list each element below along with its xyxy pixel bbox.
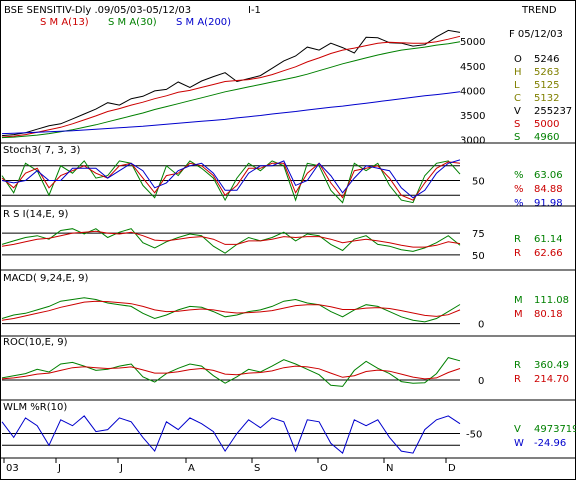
indicator-row-value: 360.49 xyxy=(534,360,569,371)
indicator-row-key: R xyxy=(514,360,521,371)
indicator-row-value: 4973719 xyxy=(534,424,576,435)
panel-0: 3000 3500 4000 4500 5000 xyxy=(1,29,485,147)
x-tick-label: D xyxy=(448,463,456,474)
y-tick-label: 3500 xyxy=(460,111,485,122)
price-row-value: 5000 xyxy=(534,119,559,130)
y-tick-label: 5000 xyxy=(460,37,485,48)
price-row-value: 5132 xyxy=(534,93,559,104)
price-row-value: 5125 xyxy=(534,80,559,91)
indicator-row-value: 111.08 xyxy=(534,295,569,306)
x-tick-label: 03 xyxy=(6,463,19,474)
macd-title: MACD( 9,24,E, 9) xyxy=(3,273,89,284)
indicator-row-key: R xyxy=(514,374,521,385)
indicator-row-key: % xyxy=(514,170,524,181)
legend-sma30: S M A(30) xyxy=(108,17,157,28)
x-tick-label: S xyxy=(254,463,260,474)
series-line xyxy=(1,228,461,254)
trend-label: TREND xyxy=(521,5,557,16)
indicator-row-value: 61.14 xyxy=(534,234,563,245)
series-line xyxy=(1,297,461,323)
series-line xyxy=(1,160,461,204)
price-row-value: 5263 xyxy=(534,67,559,78)
y-tick-label: 0 xyxy=(478,376,484,387)
indicator-row-key: M xyxy=(514,309,523,320)
indicator-row-key: % xyxy=(514,184,524,195)
wlm-title: WLM %R(10) xyxy=(3,402,67,413)
x-tick-label: A xyxy=(188,463,195,474)
price-row-key: H xyxy=(514,67,522,78)
legend-sma200: S M A(200) xyxy=(176,17,231,28)
indicator-row-value: 63.06 xyxy=(534,170,563,181)
indicator-row-key: V xyxy=(514,424,521,435)
panel-1: 50 xyxy=(1,159,485,204)
price-row-key: C xyxy=(514,93,521,104)
indicator-row-value: 84.88 xyxy=(534,184,563,195)
series-line xyxy=(1,91,461,135)
chart-interval: I-1 xyxy=(248,5,261,16)
series-line xyxy=(1,365,461,380)
series-line xyxy=(1,300,461,321)
roc-title: ROC(10,E, 9) xyxy=(3,337,68,348)
price-row-value: 4960 xyxy=(534,132,559,143)
price-row-key: L xyxy=(514,80,520,91)
series-line xyxy=(1,29,461,137)
indicator-row-value: 91.98 xyxy=(534,198,563,209)
price-date: F 05/12/03 xyxy=(509,29,563,40)
indicator-row-key: M xyxy=(514,295,523,306)
panel-3: 0 xyxy=(1,297,484,331)
y-tick-label: 4000 xyxy=(460,86,485,97)
indicator-row-key: W xyxy=(514,438,524,449)
y-tick-label: 3000 xyxy=(460,136,485,147)
x-tick-label: J xyxy=(57,463,61,474)
x-tick-label: O xyxy=(320,463,328,474)
indicator-row-value: 80.18 xyxy=(534,309,563,320)
series-line xyxy=(1,230,461,248)
indicator-row-value: -24.96 xyxy=(534,438,566,449)
series-line xyxy=(1,415,461,454)
price-row-key: V xyxy=(514,106,521,117)
indicator-row-value: 214.70 xyxy=(534,374,569,385)
price-row-key: S xyxy=(514,132,520,143)
x-tick-label: J xyxy=(119,463,123,474)
price-row-value: 255237 xyxy=(534,106,572,117)
y-tick-label: 4500 xyxy=(460,62,485,73)
price-row-value: 5246 xyxy=(534,54,559,65)
panel-4: 0 xyxy=(1,357,484,387)
series-line xyxy=(1,35,461,138)
legend-sma13: S M A(13) xyxy=(40,17,89,28)
panel-2: 50 75 xyxy=(1,228,485,262)
y-tick-label: 50 xyxy=(472,177,485,188)
technical-chart: BSE SENSITIV-Dly .09/05/03-05/12/03 I-1 … xyxy=(0,5,576,474)
y-tick-label: -50 xyxy=(466,430,482,441)
chart-title: BSE SENSITIV-Dly .09/05/03-05/12/03 xyxy=(4,5,191,16)
y-tick-label: 75 xyxy=(472,229,485,240)
panel-5: -50 xyxy=(1,415,482,454)
series-line xyxy=(1,41,461,139)
indicator-row-key: R xyxy=(514,248,521,259)
x-tick-label: N xyxy=(386,463,393,474)
y-tick-label: 50 xyxy=(472,251,485,262)
indicator-row-value: 62.66 xyxy=(534,248,563,259)
stoch-title: Stoch3( 7, 3, 3) xyxy=(3,145,80,156)
rsi-title: R S I(14,E, 9) xyxy=(3,209,68,220)
price-row-key: S xyxy=(514,119,520,130)
indicator-row-key: % xyxy=(514,198,524,209)
indicator-row-key: R xyxy=(514,234,521,245)
y-tick-label: 0 xyxy=(478,320,484,331)
price-row-key: O xyxy=(514,54,522,65)
